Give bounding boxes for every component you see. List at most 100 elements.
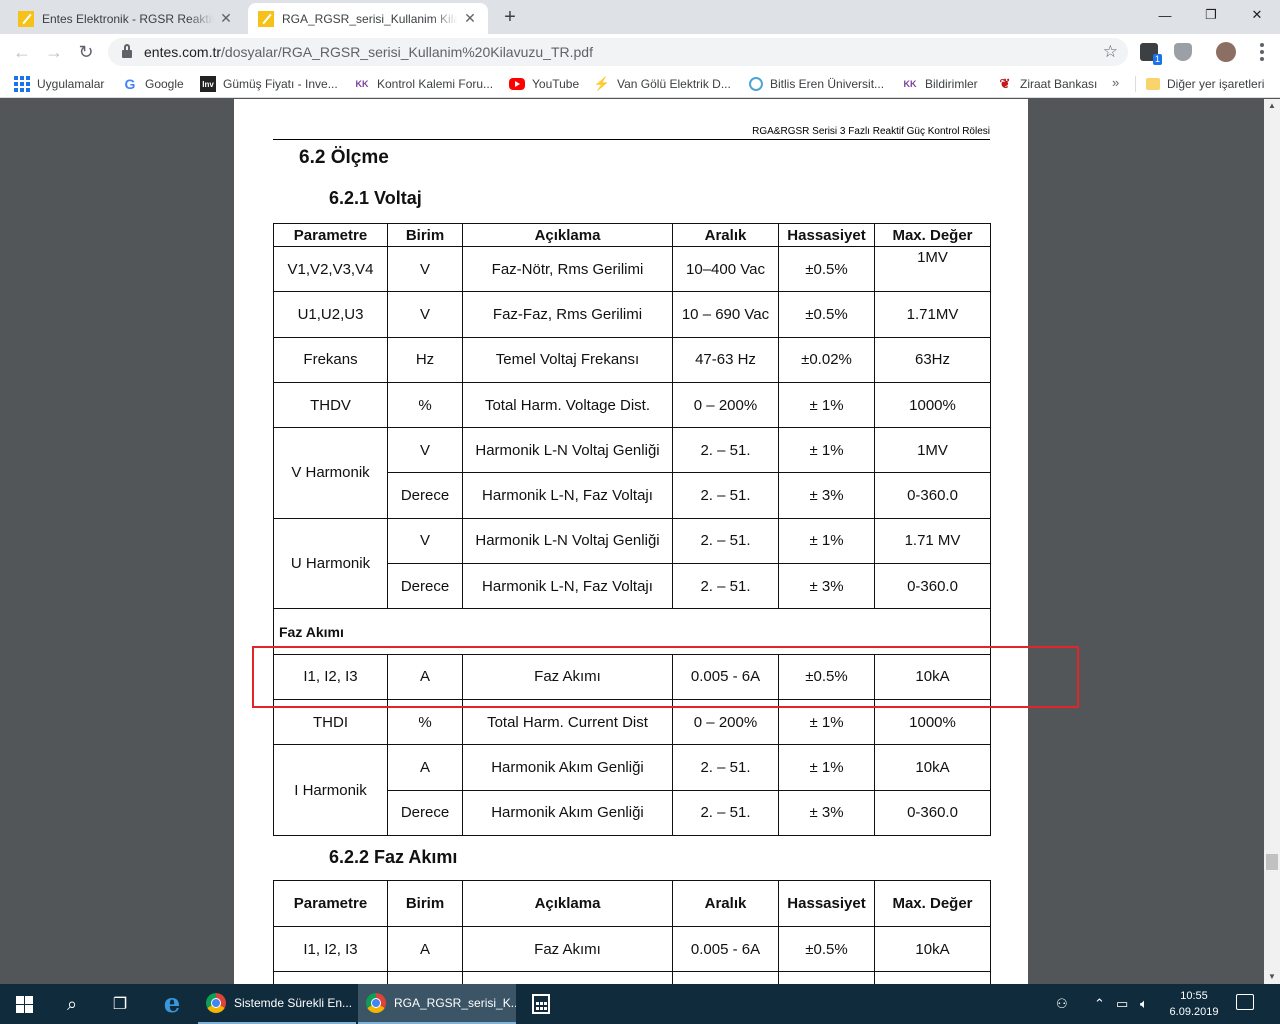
address-bar[interactable]: entes.com.tr/dosyalar/RGA_RGSR_serisi_Ku… [108, 38, 1128, 66]
bookmark-ziraat[interactable]: ❦ Ziraat Bankası [997, 75, 1098, 93]
clock-date: 6.09.2019 [1169, 1006, 1219, 1018]
bookmark-bitlis-eren[interactable]: Bitlis Eren Üniversit... [749, 75, 884, 93]
table-cell: Harmonik Akım Genliği [462, 744, 673, 791]
extension-icon[interactable]: 1 [1140, 43, 1162, 65]
table-cell: ± 1% [778, 517, 875, 565]
table-cell: ±0.5% [778, 653, 875, 700]
bookmark-youtube[interactable]: YouTube [509, 75, 579, 93]
minimize-button[interactable]: — [1142, 0, 1188, 30]
show-hidden-icons-chevron-icon[interactable]: ⌃ [1094, 984, 1105, 1024]
table-row-highlighted: I1, I2, I3 A Faz Akımı 0.005 - 6A ±0.5% … [273, 653, 991, 700]
table-cell: 0-360.0 [874, 472, 991, 519]
table-row: I Harmonik A Harmonik Akım Genliği 2. – … [273, 744, 991, 836]
table-row: U1,U2,U3 V Faz-Faz, Rms Gerilimi 10 – 69… [273, 291, 991, 338]
bookmark-label: Kontrol Kalemi Foru... [377, 77, 494, 91]
taskbar-chrome-window-1[interactable]: Sistemde Sürekli En... [198, 984, 356, 1024]
other-bookmarks-folder[interactable]: Diğer yer işaretleri [1146, 75, 1264, 93]
table-cell: 1MV [874, 427, 991, 474]
table-cell: % [387, 381, 463, 429]
reload-button[interactable]: ↻ [72, 38, 100, 66]
edge-icon[interactable]: e [148, 984, 196, 1024]
header-rule [273, 139, 990, 140]
ziraat-icon: ❦ [999, 76, 1011, 91]
lock-icon[interactable] [122, 44, 132, 58]
kk-icon: KK [903, 79, 917, 89]
search-icon[interactable]: ⌕ [48, 984, 96, 1024]
action-center-icon[interactable] [1236, 994, 1254, 1010]
table-cell: 2. – 51. [672, 563, 779, 610]
column-header: Hassasiyet [778, 880, 875, 927]
table-cell: ± 1% [778, 744, 875, 791]
profile-avatar[interactable] [1216, 42, 1236, 62]
close-window-button[interactable]: ✕ [1234, 0, 1280, 30]
forward-button[interactable]: → [40, 38, 68, 66]
table-cell: ± 3% [778, 472, 875, 519]
subsection-current-title: 6.2.2 Faz Akımı [329, 847, 458, 867]
scrollbar-thumb[interactable] [1266, 854, 1278, 870]
table-cell: % [387, 698, 463, 746]
scroll-down-arrow-icon[interactable]: ▼ [1264, 970, 1280, 984]
shield-extension-icon[interactable] [1174, 43, 1192, 61]
browser-menu-icon[interactable] [1254, 42, 1270, 62]
table-cell: Faz Akımı [462, 653, 673, 700]
folder-icon [1146, 78, 1160, 90]
table-cell: ± 3% [778, 563, 875, 610]
table-cell: 1MV [874, 245, 991, 293]
page-header: RGA&RGSR Serisi 3 Fazlı Reaktif Güç Kont… [752, 126, 990, 137]
volume-icon[interactable]: 🔈︎ [1140, 984, 1148, 1024]
pdf-scrollbar[interactable]: ▲ ▼ [1264, 99, 1280, 984]
table-cell: 0 – 200% [672, 381, 779, 429]
table-cell: ±0.5% [778, 925, 875, 973]
bookmark-kontrol-kalemi[interactable]: KK Kontrol Kalemi Foru... [354, 75, 494, 93]
bookmark-van-golu[interactable]: ⚡ Van Gölü Elektrik D... [594, 75, 731, 93]
column-header: Birim [387, 223, 463, 247]
bookmark-bildirimler[interactable]: KK Bildirimler [902, 75, 978, 93]
column-header: Aralık [672, 880, 779, 927]
bookmark-star-icon[interactable]: ☆ [1103, 42, 1118, 62]
table-cell: A [387, 925, 463, 973]
column-header: Birim [387, 880, 463, 927]
table-cell: 1.71 MV [874, 517, 991, 565]
tab-rga-pdf[interactable]: RGA_RGSR_serisi_Kullanim Kilavu ✕ [248, 3, 488, 34]
people-icon[interactable]: ⚇ [1056, 984, 1068, 1024]
column-header: Açıklama [462, 223, 673, 247]
tab-entes[interactable]: Entes Elektronik - RGSR Reaktif G ✕ [8, 3, 244, 34]
start-button[interactable] [0, 984, 48, 1024]
table-cell: Faz-Faz, Rms Gerilimi [462, 291, 673, 338]
browser-toolbar: ← → ↻ entes.com.tr/dosyalar/RGA_RGSR_ser… [0, 34, 1280, 70]
network-icon[interactable]: ▭ [1116, 984, 1128, 1024]
column-header: Max. Değer [874, 223, 991, 247]
bookmark-apps[interactable]: Uygulamalar [14, 75, 104, 93]
chrome-icon [366, 993, 386, 1013]
table-cell: I Harmonik [273, 744, 388, 836]
new-tab-button[interactable]: + [498, 4, 522, 30]
close-tab-icon[interactable]: ✕ [462, 10, 478, 27]
close-tab-icon[interactable]: ✕ [218, 10, 234, 27]
entes-favicon-icon [258, 10, 274, 27]
table-cell: THDI [273, 698, 388, 746]
bookmark-google[interactable]: G Google [122, 75, 184, 93]
table-cell: V [387, 517, 463, 565]
column-header: Max. Değer [874, 880, 991, 927]
pdf-page: RGA&RGSR Serisi 3 Fazlı Reaktif Güç Kont… [234, 99, 1028, 984]
taskbar-chrome-window-2[interactable]: RGA_RGSR_serisi_K... [358, 984, 516, 1024]
tab-title: Entes Elektronik - RGSR Reaktif G [42, 11, 214, 26]
pdf-viewer[interactable]: RGA&RGSR Serisi 3 Fazlı Reaktif Güç Kont… [0, 99, 1280, 984]
table-cell: Derece [387, 563, 463, 610]
table-cell: 63Hz [874, 336, 991, 383]
table-cell: ±0.02% [778, 336, 875, 383]
back-button[interactable]: ← [8, 38, 36, 66]
task-view-icon[interactable]: ❐ [96, 984, 144, 1024]
more-bookmarks-chevron-icon[interactable]: » [1112, 75, 1119, 90]
restore-button[interactable]: ❐ [1188, 0, 1234, 30]
scroll-up-arrow-icon[interactable]: ▲ [1264, 99, 1280, 113]
bookmark-label: Google [145, 77, 184, 91]
system-clock[interactable]: 10:55 6.09.2019 [1166, 988, 1222, 1020]
bookmark-gumus-fiyati[interactable]: Inv Gümüş Fiyatı - Inve... [200, 75, 338, 93]
table-row: V1,V2,V3,V4 V Faz-Nötr, Rms Gerilimi 10–… [273, 245, 991, 293]
table-cell: ±0.5% [778, 291, 875, 338]
table-cell: Harmonik L-N, Faz Voltajı [462, 472, 673, 519]
bookmark-separator [1135, 76, 1136, 92]
calculator-icon[interactable] [518, 984, 564, 1024]
url-host: entes.com.tr [144, 44, 222, 60]
